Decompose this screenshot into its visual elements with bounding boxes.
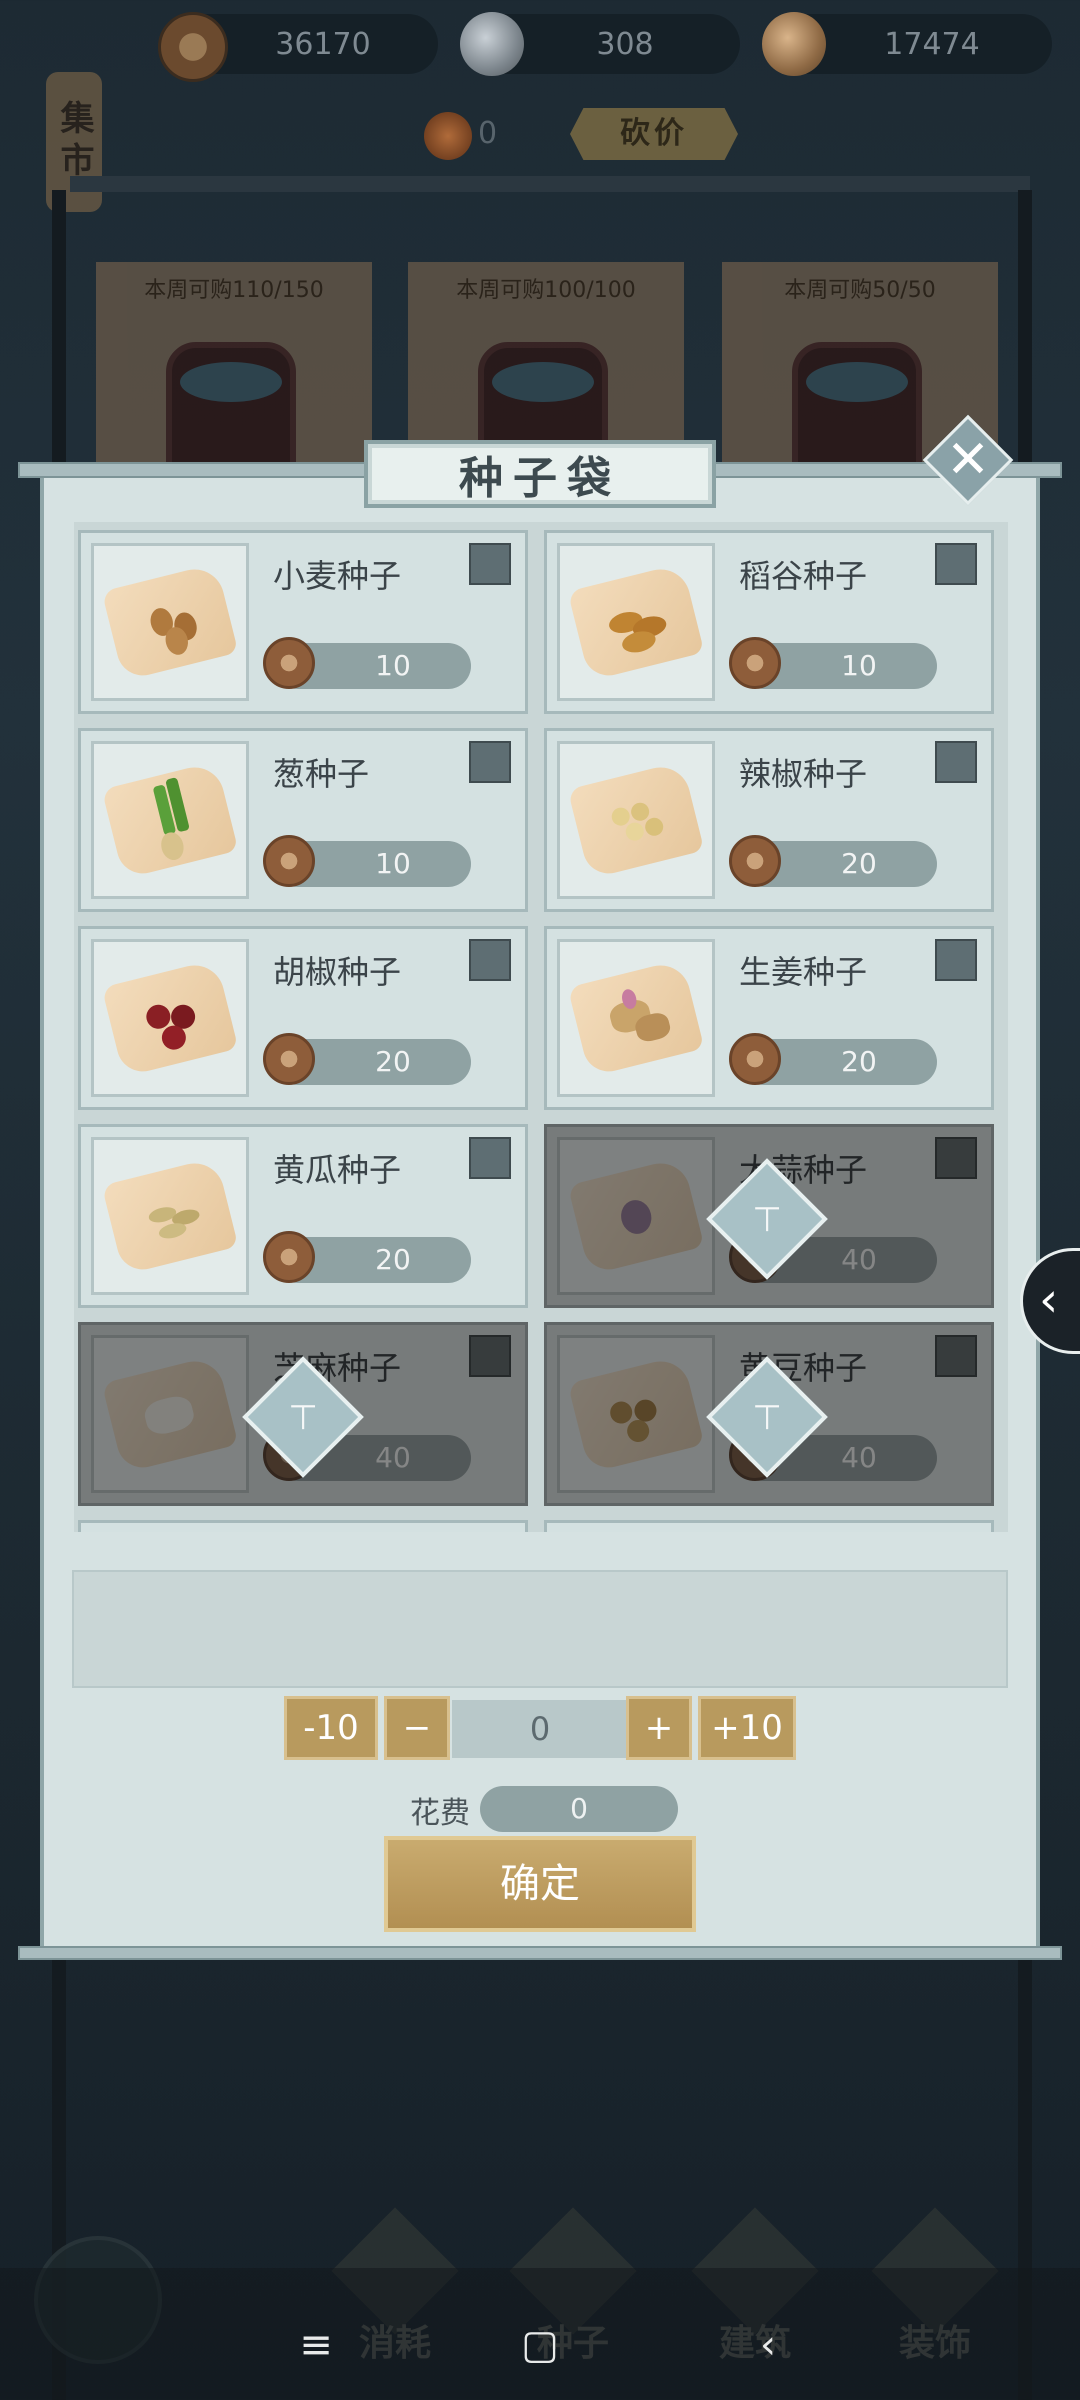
copper-coin-icon [729, 835, 781, 887]
copper-coin-icon [729, 637, 781, 689]
select-checkbox[interactable] [935, 1335, 977, 1377]
confirm-button[interactable]: 确定 [384, 1836, 696, 1932]
seed-name: 辣椒种子 [739, 755, 868, 793]
seed-name: 胡椒种子 [273, 953, 402, 991]
stall-limit-text: 本周可购50/50 [784, 278, 936, 303]
garlic-seed-icon [557, 1137, 715, 1295]
token-value: 0 [478, 116, 498, 151]
seed-card-partial [544, 1520, 994, 1532]
chili-seed-icon [557, 741, 715, 899]
copper-coin-icon [729, 1033, 781, 1085]
select-checkbox[interactable] [935, 741, 977, 783]
select-checkbox[interactable] [935, 543, 977, 585]
select-checkbox[interactable] [935, 1137, 977, 1179]
dialog-bottom-rail [18, 1946, 1062, 1960]
close-icon: ✕ [946, 430, 990, 490]
stall-beam [70, 176, 1030, 192]
stall-limit-text: 本周可购110/150 [144, 278, 324, 303]
top-currency-bar: 36170 308 17474 [0, 0, 1080, 100]
seed-card-wheat[interactable]: 小麦种子 10 [78, 530, 528, 714]
seed-name: 葱种子 [273, 755, 370, 793]
stall-limit-text: 本周可购100/100 [456, 278, 636, 303]
plus-10-button[interactable]: +10 [698, 1696, 796, 1760]
seed-card-pepper[interactable]: 胡椒种子 20 [78, 926, 528, 1110]
quantity-input[interactable] [452, 1700, 628, 1758]
dialog-title: 种子袋 [459, 453, 621, 504]
cost-label: 花费 [410, 1796, 470, 1831]
seed-card-rice[interactable]: 稻谷种子 10 [544, 530, 994, 714]
plus-button[interactable]: + [626, 1696, 692, 1760]
seed-card-chili[interactable]: 辣椒种子 20 [544, 728, 994, 912]
pepper-seed-icon [91, 939, 249, 1097]
cost-value: 0 [480, 1786, 678, 1832]
chevron-left-icon: ‹ [1039, 1272, 1059, 1328]
scallion-seed-icon [91, 741, 249, 899]
bucket-icon [166, 342, 296, 482]
seed-name: 小麦种子 [273, 557, 402, 595]
select-checkbox[interactable] [469, 1137, 511, 1179]
copper-coin-counter: 36170 [158, 12, 438, 82]
copper-coin-icon [263, 1231, 315, 1283]
minus-10-button[interactable]: -10 [284, 1696, 378, 1760]
select-checkbox[interactable] [469, 939, 511, 981]
seed-card-scallion[interactable]: 葱种子 10 [78, 728, 528, 912]
copper-coin-icon [263, 637, 315, 689]
home-icon[interactable]: ▢ [510, 2320, 570, 2370]
cucumber-seed-icon [91, 1137, 249, 1295]
market-stall: 本周可购110/150 [96, 262, 372, 482]
menu-icon[interactable]: ≡ [286, 2320, 346, 2370]
seed-card-partial [78, 1520, 528, 1532]
ginger-seed-icon [557, 939, 715, 1097]
sesame-seed-icon [91, 1335, 249, 1493]
copper-coin-icon [263, 1033, 315, 1085]
select-checkbox[interactable] [469, 1335, 511, 1377]
seed-card-ginger[interactable]: 生姜种子 20 [544, 926, 994, 1110]
shell-counter: 17474 [762, 12, 1052, 76]
seed-name: 稻谷种子 [739, 557, 868, 595]
token-icon [424, 112, 472, 160]
shell-icon [762, 12, 826, 76]
silver-ingot-icon [460, 12, 524, 76]
soybean-seed-icon [557, 1335, 715, 1493]
select-checkbox[interactable] [935, 939, 977, 981]
copper-coin-icon [158, 12, 228, 82]
seed-name: 黄瓜种子 [273, 1151, 402, 1189]
wheat-seed-icon [91, 543, 249, 701]
select-checkbox[interactable] [469, 741, 511, 783]
dialog-title-plaque: 种子袋 [364, 440, 716, 508]
bucket-icon [792, 342, 922, 482]
select-checkbox[interactable] [469, 543, 511, 585]
rice-seed-icon [557, 543, 715, 701]
silver-counter: 308 [460, 12, 740, 76]
seed-name: 生姜种子 [739, 953, 868, 991]
minus-button[interactable]: − [384, 1696, 450, 1760]
seed-grid: 小麦种子 10 稻谷种子 10 葱种子 10 辣椒种子 20 胡椒种子 20 生… [74, 522, 1008, 1532]
back-icon[interactable]: ‹ [738, 2320, 798, 2370]
bargain-button[interactable]: 砍价 [570, 108, 738, 160]
seed-card-cucumber[interactable]: 黄瓜种子 20 [78, 1124, 528, 1308]
copper-coin-icon [263, 835, 315, 887]
description-box [72, 1570, 1008, 1688]
